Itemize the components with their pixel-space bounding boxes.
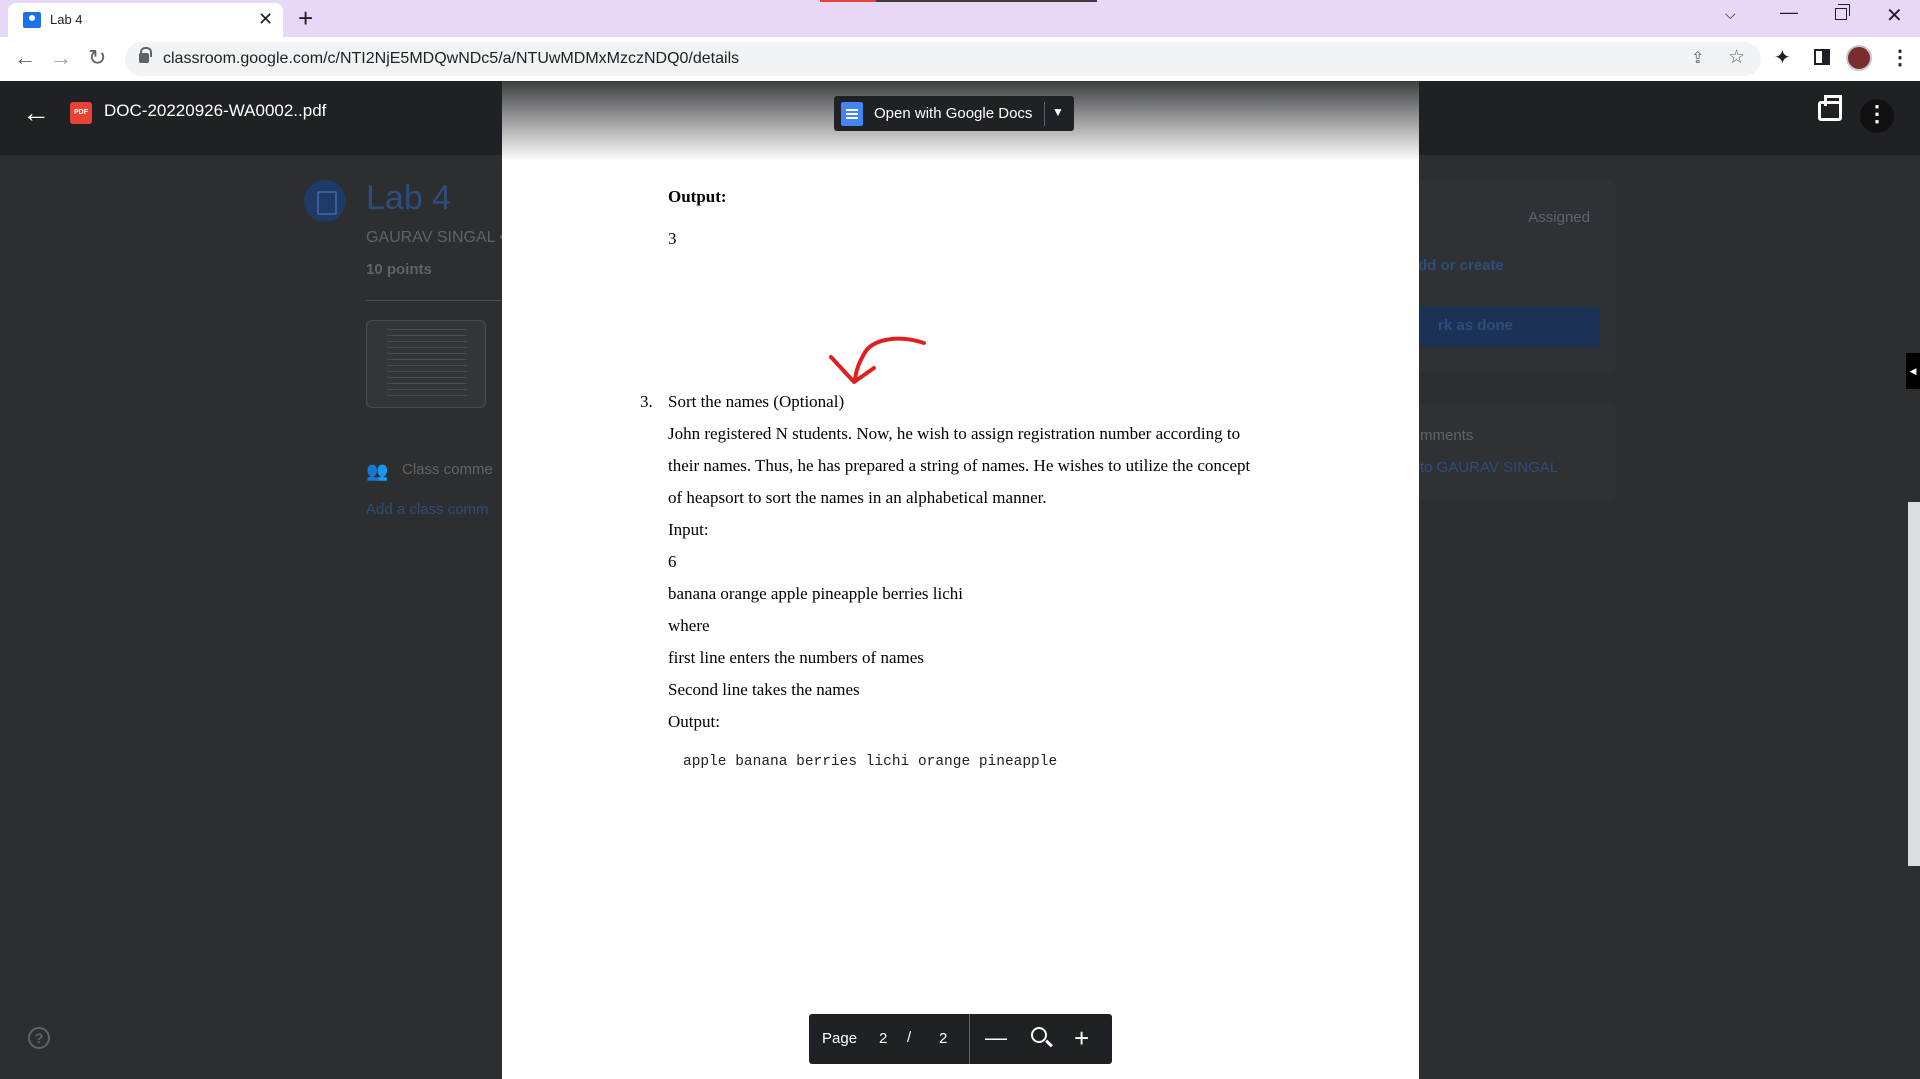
output-heading: Output: [668, 187, 727, 206]
url-text[interactable]: classroom.google.com/c/NTI2NjE5MDQwNDc5/… [163, 50, 739, 68]
zoom-magnifier-icon[interactable] [1031, 1027, 1047, 1043]
extensions-puzzle-icon[interactable]: ✦ [1774, 45, 1791, 70]
back-arrow-icon[interactable]: ← [14, 45, 36, 71]
more-options-icon[interactable]: ⋮ [1860, 99, 1894, 133]
dropdown-caret-icon[interactable]: ▼ [1052, 105, 1064, 119]
first-line-description: first line enters the numbers of names [668, 648, 924, 667]
restore-button[interactable] [1835, 4, 1850, 20]
your-work-card: Assigned dd or create rk as done [1390, 180, 1616, 373]
side-panel-icon[interactable] [1814, 49, 1830, 65]
bookmark-star-icon[interactable]: ☆ [1728, 46, 1745, 69]
close-viewer-arrow-icon[interactable]: ← [22, 97, 50, 129]
minimize-button[interactable]: — [1780, 2, 1798, 23]
where-text: where [668, 616, 710, 635]
page-separator: / [907, 1029, 912, 1046]
pdf-file-icon: PDF [70, 102, 92, 124]
close-window-button[interactable]: ✕ [1886, 3, 1903, 28]
browser-tab[interactable]: Lab 4 ✕ [8, 3, 283, 37]
scrollbar[interactable] [1908, 502, 1920, 866]
paragraph-line: their names. Thus, he has prepared a str… [668, 456, 1251, 475]
page-label: Page [822, 1030, 858, 1047]
reload-icon[interactable]: ↻ [88, 45, 106, 71]
class-comments-label: Class comme [402, 461, 493, 478]
add-or-create-button[interactable]: dd or create [1418, 257, 1504, 274]
chrome-menu-icon[interactable]: ⋮ [1890, 45, 1910, 70]
second-line-description: Second line takes the names [668, 680, 860, 699]
assignment-points: 10 points [366, 261, 432, 278]
forward-arrow-icon[interactable]: → [50, 45, 72, 71]
paragraph-line: of heapsort to sort the names in an alph… [668, 488, 1047, 507]
open-with-label: Open with Google Docs [874, 105, 1033, 122]
assignment-icon [304, 180, 346, 222]
classroom-favicon-icon [23, 12, 41, 28]
current-page-input[interactable]: 2 [879, 1030, 887, 1047]
open-with-google-docs-button[interactable]: Open with Google Docs ▼ [834, 96, 1074, 131]
tab-search-chevron-icon[interactable]: ⌵ [1725, 6, 1736, 23]
private-comments-label: mments [1420, 427, 1474, 444]
address-bar[interactable]: classroom.google.com/c/NTI2NjE5MDQwNDc5/… [125, 42, 1761, 76]
lock-icon[interactable] [139, 47, 152, 63]
side-panel-toggle[interactable]: ◀ [1906, 353, 1920, 389]
profile-avatar[interactable] [1846, 45, 1872, 71]
tab-strip: Lab 4 ✕ + ⌵ — ✕ [0, 0, 1920, 37]
paragraph-line: John registered N students. Now, he wish… [668, 424, 1241, 443]
status-badge: Assigned [1528, 209, 1590, 226]
print-icon[interactable] [1818, 95, 1842, 121]
output-label: Output: [668, 712, 720, 731]
private-comments-card: mments to GAURAV SINGAL [1390, 403, 1616, 501]
assignment-teacher: GAURAV SINGAL • [366, 229, 505, 246]
pdf-page: Output: 3 3. Sort the names (Optional) J… [502, 81, 1419, 1079]
mark-as-done-button[interactable]: rk as done [1410, 307, 1600, 347]
new-tab-button[interactable]: + [298, 4, 313, 32]
assignment-title: Lab 4 [366, 179, 452, 217]
divider [366, 300, 506, 301]
input-names: banana orange apple pineapple berries li… [668, 584, 964, 603]
browser-toolbar: ← → ↻ classroom.google.com/c/NTI2NjE5MDQ… [0, 37, 1920, 81]
tab-close-icon[interactable]: ✕ [258, 9, 273, 29]
divider [1044, 102, 1045, 126]
divider [969, 1014, 970, 1064]
sorted-output: apple banana berries lichi orange pineap… [683, 754, 1058, 770]
attachment-thumbnail[interactable] [366, 320, 486, 408]
input-count: 6 [668, 552, 677, 571]
help-icon[interactable]: ? [28, 1027, 50, 1049]
file-name: DOC-20220926-WA0002..pdf [104, 101, 327, 120]
zoom-in-button[interactable]: + [1074, 1023, 1089, 1054]
item-title: Sort the names (Optional) [668, 392, 845, 411]
people-icon: 👥 [366, 461, 389, 481]
output-value: 3 [668, 229, 677, 248]
item-number: 3. [640, 392, 653, 411]
tab-title: Lab 4 [50, 12, 83, 27]
input-label: Input: [668, 520, 709, 539]
zoom-out-button[interactable]: — [985, 1025, 1007, 1051]
total-pages: 2 [939, 1030, 948, 1047]
share-icon[interactable]: ⇪ [1691, 48, 1704, 68]
annotation-arrow-icon [829, 336, 926, 384]
add-private-comment-link[interactable]: to GAURAV SINGAL [1420, 459, 1558, 476]
google-docs-icon [841, 102, 863, 126]
page-controls: Page 2 / 2 — + [809, 1014, 1112, 1064]
add-class-comment-link[interactable]: Add a class comm [366, 501, 489, 518]
media-indicator [820, 0, 1097, 2]
